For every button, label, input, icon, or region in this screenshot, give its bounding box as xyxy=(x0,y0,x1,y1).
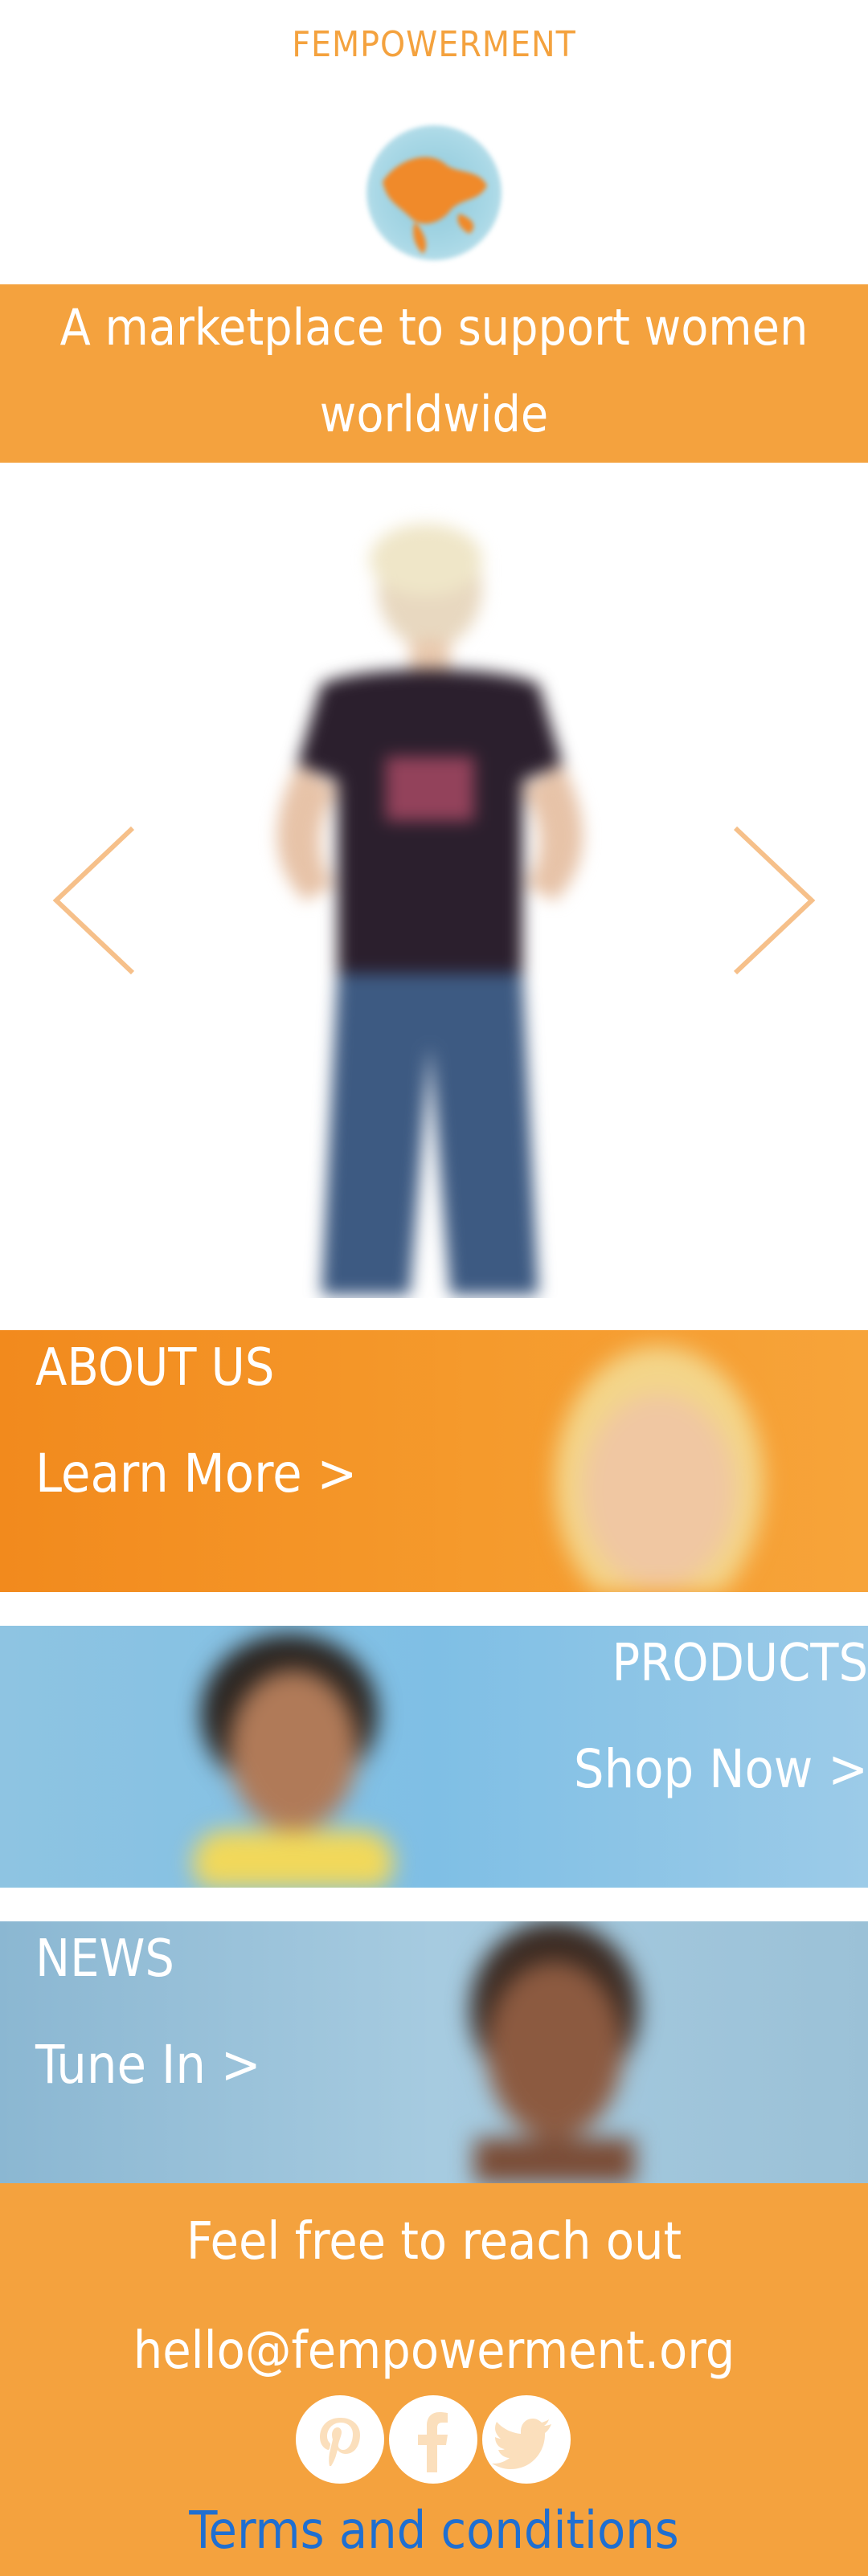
products-banner[interactable]: PRODUCTS Shop Now > xyxy=(0,1626,868,1888)
about-banner-photo xyxy=(555,1346,764,1592)
about-title: ABOUT US xyxy=(35,1338,275,1398)
chevron-left-icon[interactable] xyxy=(48,820,145,981)
hero-carousel[interactable] xyxy=(0,463,868,1298)
email-link[interactable]: hello@fempowerment.org xyxy=(0,2321,868,2381)
reach-out-text: Feel free to reach out xyxy=(186,2212,682,2272)
pinterest-glyph-icon xyxy=(320,2418,360,2466)
footer: Feel free to reach out hello@fempowermen… xyxy=(0,2183,868,2576)
products-title: PRODUCTS xyxy=(612,1634,868,1693)
tagline-banner: A marketplace to support women worldwide xyxy=(0,284,868,463)
twitter-icon[interactable] xyxy=(482,2395,571,2484)
chevron-right-icon[interactable] xyxy=(723,820,820,981)
globe-logo[interactable] xyxy=(366,125,502,260)
news-title: NEWS xyxy=(35,1929,174,1989)
facebook-glyph-icon xyxy=(418,2412,448,2472)
about-banner[interactable]: ABOUT US Learn More > xyxy=(0,1330,868,1592)
globe-map-icon xyxy=(383,157,487,254)
products-banner-photo xyxy=(193,1634,394,1888)
terms-link[interactable]: Terms and conditions xyxy=(0,2501,868,2561)
brand-title[interactable]: FEMPOWERMENT xyxy=(0,24,868,65)
pinterest-icon[interactable] xyxy=(296,2395,384,2484)
facebook-icon[interactable] xyxy=(389,2395,477,2484)
twitter-glyph-icon xyxy=(492,2419,551,2469)
tagline-text: A marketplace to support women worldwide xyxy=(59,298,809,443)
social-links xyxy=(296,2395,572,2485)
tune-in-link[interactable]: Tune In > xyxy=(35,2034,261,2096)
news-banner[interactable]: NEWS Tune In > xyxy=(0,1921,868,2183)
shop-now-link[interactable]: Shop Now > xyxy=(574,1738,868,1800)
news-banner-photo xyxy=(470,1921,639,2183)
learn-more-link[interactable]: Learn More > xyxy=(35,1443,357,1504)
hero-product-image xyxy=(277,524,583,1295)
